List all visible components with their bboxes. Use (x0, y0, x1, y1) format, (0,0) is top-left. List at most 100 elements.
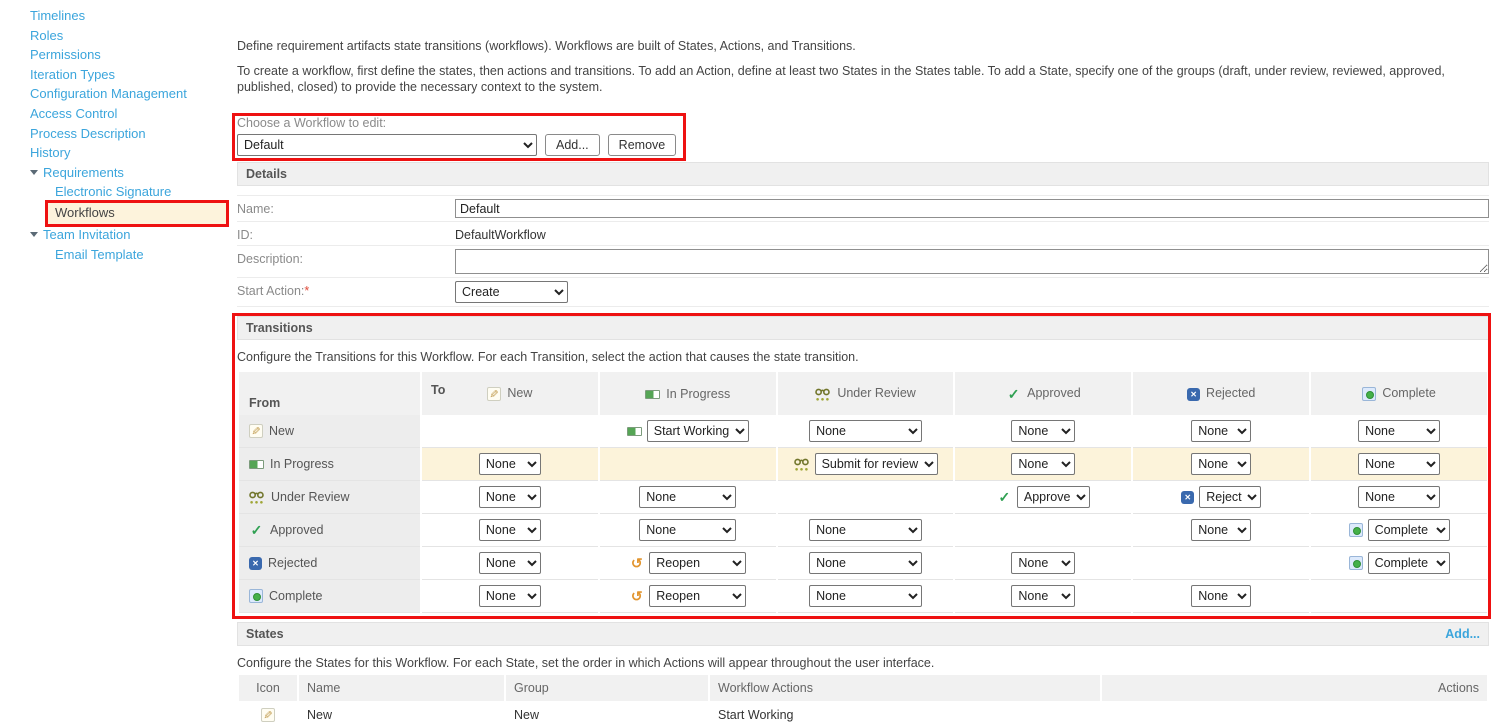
transition-action-select[interactable]: None (809, 519, 922, 541)
sidebar-item-configuration-management[interactable]: Configuration Management (0, 84, 237, 104)
transition-from-label: New (269, 424, 294, 438)
transitions-section-header: Transitions (237, 316, 1489, 340)
transition-action-select[interactable]: None (479, 519, 541, 541)
sidebar-item-label: Access Control (30, 106, 117, 121)
sidebar-item-workflows[interactable]: Workflows (48, 203, 226, 224)
transition-action-select[interactable]: None (479, 486, 541, 508)
transition-action-select[interactable]: None (1011, 585, 1075, 607)
start-action-label: Start Action:* (237, 281, 455, 298)
transition-action-select[interactable]: Reopen (649, 552, 746, 574)
state-column-header-new: ToNew (422, 372, 598, 415)
workflow-chooser-label: Choose a Workflow to edit: (237, 116, 676, 130)
transition-action-select[interactable]: None (479, 585, 541, 607)
state-column-label: Under Review (837, 386, 916, 400)
transition-from-cell: New (239, 415, 420, 448)
transition-from-label: Under Review (271, 490, 350, 504)
transition-action-select[interactable]: Reject (1199, 486, 1261, 508)
transition-from-label: In Progress (270, 457, 334, 471)
transition-cell: None (1133, 580, 1309, 613)
transition-cell: None (778, 514, 954, 547)
transition-action-select[interactable]: Start Working (647, 420, 749, 442)
id-label: ID: (237, 225, 455, 242)
transition-cell (778, 481, 954, 514)
states-column-header-icon: Icon (239, 675, 297, 701)
details-title: Details (246, 167, 287, 181)
start-action-select[interactable]: Create (455, 281, 568, 303)
sidebar-item-label: Permissions (30, 47, 101, 62)
transition-action-select[interactable]: None (1191, 519, 1251, 541)
description-label: Description: (237, 249, 455, 266)
state-column-label: Rejected (1206, 386, 1255, 400)
transition-action-select[interactable]: None (479, 552, 541, 574)
sidebar-item-access-control[interactable]: Access Control (0, 104, 237, 124)
transition-action-select[interactable]: None (1191, 453, 1251, 475)
transition-cell: Reject (1133, 481, 1309, 514)
transition-action-select[interactable]: Reopen (649, 585, 746, 607)
under-review-icon (815, 388, 831, 401)
workflow-chooser: Choose a Workflow to edit: Default Add..… (237, 116, 676, 156)
transition-row-rejected: RejectedNoneReopenNoneNoneComplete (239, 547, 1487, 580)
add-workflow-button[interactable]: Add... (545, 134, 600, 156)
transition-action-select[interactable]: None (639, 486, 736, 508)
sidebar-item-permissions[interactable]: Permissions (0, 45, 237, 65)
transition-cell: None (1133, 415, 1309, 448)
transition-cell: Complete (1311, 514, 1487, 547)
transition-action-select[interactable]: Submit for review (815, 453, 938, 475)
transition-cell (1133, 547, 1309, 580)
sidebar-item-requirements[interactable]: Requirements (0, 163, 237, 183)
transitions-table-header: FromToNewIn ProgressUnder ReviewApproved… (239, 372, 1487, 415)
transition-cell: Reopen (600, 580, 776, 613)
transition-cell: None (955, 547, 1131, 580)
transition-action-select[interactable]: None (809, 585, 922, 607)
transition-cell: None (1311, 481, 1487, 514)
rejected-icon (249, 557, 262, 570)
sidebar-item-label: Requirements (43, 165, 124, 180)
transition-cell (422, 415, 598, 448)
transition-action-select[interactable]: Complete (1368, 552, 1450, 574)
workflow-select[interactable]: Default (237, 134, 537, 156)
reopen-icon (629, 589, 644, 604)
transition-row-under-review: Under Review None None Approve Reject None (239, 481, 1487, 514)
transition-action-select[interactable]: None (809, 420, 922, 442)
transition-action-select[interactable]: Approve (1017, 486, 1090, 508)
transition-action-select[interactable]: None (1191, 420, 1251, 442)
transition-action-select[interactable]: None (1011, 420, 1075, 442)
transition-cell (1311, 580, 1487, 613)
complete-icon (1349, 523, 1363, 537)
name-field[interactable] (455, 199, 1489, 218)
transition-cell (955, 514, 1131, 547)
state-row-new: NewNewStart Working (239, 701, 1487, 722)
transition-action-select[interactable]: None (1011, 453, 1075, 475)
description-field[interactable] (455, 249, 1489, 274)
approved-icon (1006, 387, 1021, 401)
sidebar-item-history[interactable]: History (0, 143, 237, 163)
sidebar-item-process-description[interactable]: Process Description (0, 124, 237, 144)
collapse-triangle-icon[interactable] (30, 170, 38, 175)
sidebar-item-label: Roles (30, 28, 63, 43)
state-name-cell: New (299, 701, 504, 722)
add-state-link[interactable]: Add... (1445, 627, 1480, 641)
complete-icon (249, 589, 263, 603)
transition-action-select[interactable]: None (1191, 585, 1251, 607)
sidebar-item-iteration-types[interactable]: Iteration Types (0, 65, 237, 85)
sidebar-item-electronic-signature[interactable]: Electronic Signature (0, 182, 237, 202)
state-actions-cell (1102, 701, 1487, 722)
collapse-triangle-icon[interactable] (30, 232, 38, 237)
transition-action-select[interactable]: None (1358, 486, 1440, 508)
transition-cell: None (1311, 448, 1487, 481)
state-column-header-complete: Complete (1311, 372, 1487, 415)
transition-action-select[interactable]: None (479, 453, 541, 475)
sidebar-item-team-invitation[interactable]: Team Invitation (0, 225, 237, 245)
reopen-icon (629, 556, 644, 571)
remove-workflow-button[interactable]: Remove (608, 134, 677, 156)
sidebar-item-roles[interactable]: Roles (0, 26, 237, 46)
transition-action-select[interactable]: None (639, 519, 736, 541)
state-icon-cell (239, 701, 297, 722)
sidebar-item-email-template[interactable]: Email Template (0, 245, 237, 265)
transition-action-select[interactable]: Complete (1368, 519, 1450, 541)
sidebar-item-timelines[interactable]: Timelines (0, 6, 237, 26)
transition-action-select[interactable]: None (1011, 552, 1075, 574)
transition-action-select[interactable]: None (1358, 420, 1440, 442)
transition-action-select[interactable]: None (1358, 453, 1440, 475)
transition-action-select[interactable]: None (809, 552, 922, 574)
